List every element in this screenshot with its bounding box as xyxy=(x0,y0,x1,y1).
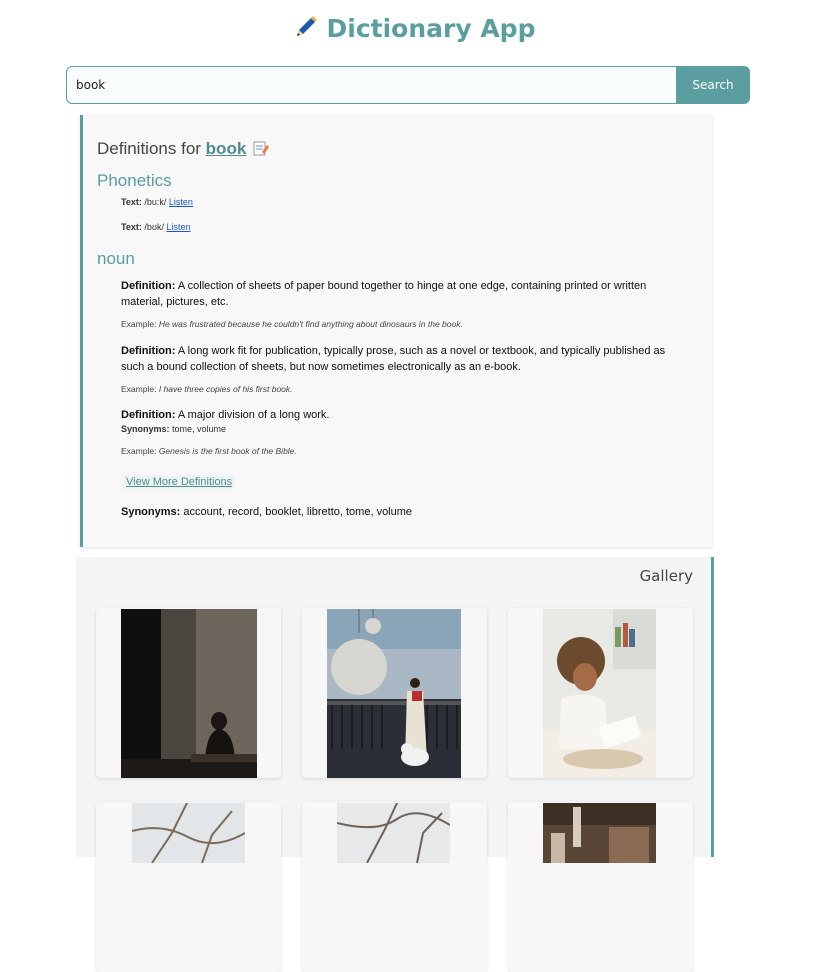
phonetic-row: Text: /bu:k/ Listen xyxy=(121,197,193,207)
definition-body: A major division of a long work. xyxy=(177,409,330,421)
definitions-heading: Definitions for book xyxy=(97,139,270,161)
synonyms-label: Synonyms: xyxy=(121,423,170,434)
app-title-text: Dictionary App xyxy=(326,14,536,43)
phonetic-text: /bu:k/ xyxy=(144,197,167,207)
definition-label: Definition: xyxy=(121,345,176,357)
gallery-image-tree-branches-sky xyxy=(337,803,450,863)
listen-link[interactable]: Listen xyxy=(167,222,191,232)
pen-icon xyxy=(293,14,319,46)
definition-example: Example: He was frustrated because he co… xyxy=(121,319,691,329)
gallery-image-bookshelf-room xyxy=(543,803,656,863)
part-of-speech: noun xyxy=(97,249,135,268)
gallery-card[interactable] xyxy=(96,608,281,778)
definition-body: A collection of sheets of paper bound to… xyxy=(121,280,647,308)
search-bar: Search xyxy=(66,66,750,104)
example-text: He was frustrated because he couldn't fi… xyxy=(158,319,463,329)
definition-text: Definition: A long work fit for publicat… xyxy=(121,344,691,375)
definition-label: Definition: xyxy=(121,280,176,292)
synonyms-text: tome, volume xyxy=(172,423,227,434)
search-input[interactable] xyxy=(66,66,676,104)
all-synonyms: Synonyms: account, record, booklet, libr… xyxy=(121,506,412,518)
example-label: Example: xyxy=(121,319,157,329)
listen-link[interactable]: Listen xyxy=(169,197,193,207)
example-text: Genesis is the first book of the Bible. xyxy=(158,445,297,456)
phonetic-label: Text: xyxy=(121,222,142,232)
gallery-card[interactable] xyxy=(302,608,487,778)
all-synonyms-label: Synonyms: xyxy=(121,506,181,518)
phonetic-row: Text: /bʊk/ Listen xyxy=(121,222,191,232)
definition-item: Definition: A collection of sheets of pa… xyxy=(121,279,691,329)
gallery-card[interactable] xyxy=(302,802,487,972)
gallery-title: Gallery xyxy=(639,567,693,585)
phonetic-text: /bʊk/ xyxy=(144,222,164,232)
definition-example: Example: Genesis is the first book of th… xyxy=(121,446,691,456)
example-label: Example: xyxy=(121,384,157,394)
phonetics-title: Phonetics xyxy=(97,171,172,190)
definition-example: Example: I have three copies of his firs… xyxy=(121,384,691,394)
word-link[interactable]: book xyxy=(206,139,247,158)
example-label: Example: xyxy=(121,445,157,456)
app-title: Dictionary App xyxy=(0,14,828,46)
phonetic-label: Text: xyxy=(121,197,142,207)
example-text: I have three copies of his first book. xyxy=(158,384,293,394)
gallery-image-woman-reading-on-bed xyxy=(543,609,656,778)
gallery-image-tree-branches xyxy=(132,803,245,863)
definition-body: A long work fit for publication, typical… xyxy=(121,345,666,373)
definition-text: Definition: A major division of a long w… xyxy=(121,408,691,424)
definition-label: Definition: xyxy=(121,409,176,421)
gallery-image-woman-with-lamp-and-dog xyxy=(327,609,461,778)
definitions-panel: Definitions for book Phonetics Text: /bu… xyxy=(80,115,712,547)
definition-item: Definition: A major division of a long w… xyxy=(121,408,691,456)
gallery-image-reading-dark-room xyxy=(121,609,257,778)
gallery-panel: Gallery xyxy=(76,557,714,972)
search-button[interactable]: Search xyxy=(676,66,750,104)
gallery-card[interactable] xyxy=(508,608,693,778)
gallery-card[interactable] xyxy=(508,802,693,972)
view-more-definitions-link[interactable]: View More Definitions xyxy=(123,475,236,489)
gallery-card[interactable] xyxy=(96,802,281,972)
definitions-heading-prefix: Definitions for xyxy=(97,139,201,158)
definition-text: Definition: A collection of sheets of pa… xyxy=(121,279,691,310)
definition-synonyms: Synonyms: tome, volume xyxy=(121,424,691,434)
all-synonyms-text: account, record, booklet, libretto, tome… xyxy=(183,506,413,518)
edit-note-icon xyxy=(253,140,270,161)
definition-item: Definition: A long work fit for publicat… xyxy=(121,344,691,394)
